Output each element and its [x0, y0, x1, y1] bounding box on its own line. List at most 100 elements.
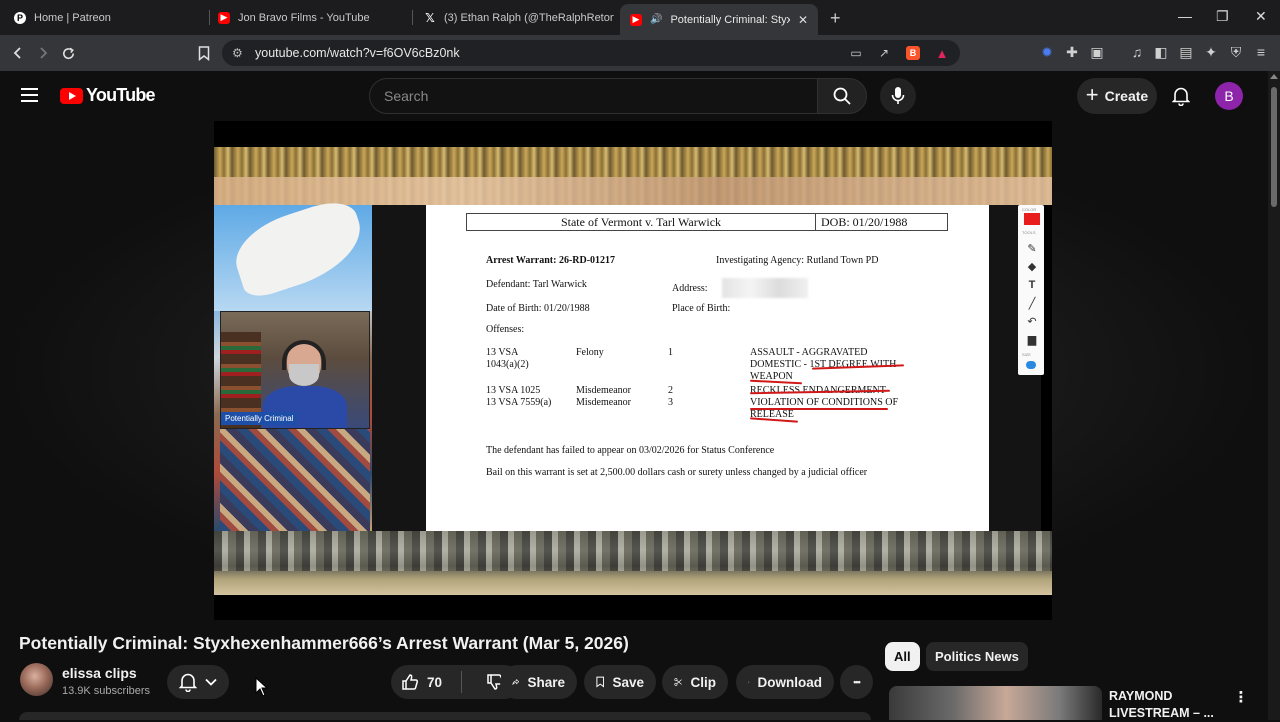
plus-icon: +	[1085, 82, 1099, 107]
back-button[interactable]	[8, 43, 28, 63]
tab-active-video[interactable]: ▶ 🔊 Potentially Criminal: Styxhexen ✕	[620, 4, 818, 35]
chip-all[interactable]: All	[885, 642, 920, 671]
like-count: 70	[427, 674, 443, 690]
tab-patreon[interactable]: P Home | Patreon	[4, 4, 204, 31]
subscriber-count: 13.9K subscribers	[62, 685, 151, 697]
tab-title: Jon Bravo Films - YouTube	[238, 11, 370, 24]
pencil-icon: ✎	[1027, 242, 1037, 255]
tab-x-ethan-ralph[interactable]: 𝕏 (3) Ethan Ralph (@TheRalphRetort) /	[414, 4, 614, 31]
search-input[interactable]	[369, 78, 817, 114]
annotation-tool-panel: COLOR TOOLS ✎ ◆ T ╱ ↶ ▆ SIZE	[1018, 205, 1044, 375]
place-of-birth: Place of Birth:	[672, 303, 731, 314]
more-actions-button[interactable]: •••	[840, 665, 873, 699]
video-player[interactable]: Potentially Criminal State of Vermont v.…	[214, 121, 1052, 620]
offenses-label: Offenses:	[486, 324, 525, 335]
cast-icon[interactable]: ▭	[848, 46, 864, 60]
tab-title: Home | Patreon	[34, 11, 111, 24]
screenshot-icon[interactable]: ▣	[1089, 44, 1105, 60]
site-settings-icon[interactable]: ⚙	[232, 46, 246, 60]
address-bar[interactable]: ⚙ youtube.com/watch?v=f6OV6cBz0nk ▭ ↗ B …	[222, 40, 960, 66]
recommendation-title[interactable]: RAYMOND LIVESTREAM – ...	[1109, 688, 1219, 722]
webcam-label: Potentially Criminal	[221, 412, 298, 425]
sidebar-icon[interactable]: ◧	[1153, 44, 1169, 60]
brush-size-indicator	[1026, 361, 1036, 369]
download-icon	[748, 681, 750, 683]
account-avatar[interactable]: B	[1215, 82, 1243, 110]
warrant-number: Arrest Warrant: 26-RD-01217	[486, 255, 616, 266]
new-tab-button[interactable]: +	[830, 8, 841, 29]
description-box[interactable]	[19, 712, 871, 720]
offense-class: Misdemeanor	[576, 385, 631, 396]
puzzle-icon[interactable]: ✚	[1064, 44, 1080, 60]
bookmark-icon	[198, 45, 210, 61]
offense-description: VIOLATION OF CONDITIONS OF	[750, 397, 899, 408]
youtube-logo-text: YouTube	[86, 85, 156, 105]
subscription-notification-button[interactable]	[167, 665, 229, 699]
headphones-icon	[282, 340, 326, 370]
trash-icon: ▆	[1027, 333, 1037, 346]
minimize-button[interactable]: —	[1178, 8, 1192, 24]
microphone-icon	[891, 87, 905, 104]
bell-icon	[179, 673, 197, 692]
share-icon[interactable]: ↗	[876, 46, 892, 60]
channel-name[interactable]: elissa clips	[62, 665, 137, 681]
tab-jon-bravo[interactable]: ▶ Jon Bravo Films - YouTube	[208, 4, 408, 31]
voice-search-button[interactable]	[880, 78, 916, 114]
recommendation-thumbnail[interactable]	[889, 686, 1102, 720]
redacted-address	[722, 278, 808, 298]
document-margin-left	[372, 205, 426, 531]
bookmark-button[interactable]	[194, 43, 214, 63]
arrest-warrant-document: State of Vermont v. Tarl Warwick DOB: 01…	[426, 205, 989, 531]
failed-to-appear-text: The defendant has failed to appear on 03…	[486, 445, 775, 456]
url-text[interactable]: youtube.com/watch?v=f6OV6cBz0nk	[255, 46, 460, 60]
chip-politics-news[interactable]: Politics News	[926, 642, 1028, 671]
back-arrow-icon	[13, 47, 21, 59]
menu-icon[interactable]: ≡	[1253, 44, 1269, 60]
leo-ai-icon[interactable]: ✦	[1203, 44, 1219, 60]
tool-label-tools: TOOLS	[1022, 230, 1036, 235]
tool-label-size: SIZE	[1022, 352, 1031, 357]
tab-title: Potentially Criminal: Styxhexen	[670, 13, 790, 26]
header-dob: DOB: 01/20/1988	[821, 215, 908, 229]
close-window-button[interactable]: ✕	[1255, 8, 1267, 25]
close-tab-icon[interactable]: ✕	[798, 13, 808, 27]
guide-menu-icon[interactable]	[21, 88, 38, 102]
page-scrollbar[interactable]	[1268, 71, 1280, 720]
scroll-thumb[interactable]	[1271, 87, 1277, 207]
offense-statute: 13 VSA 7559(a)	[486, 397, 552, 408]
media-controls-icon[interactable]: ♫	[1129, 44, 1145, 60]
clip-button[interactable]: Clip	[662, 665, 728, 699]
youtube-logo[interactable]: YouTube	[60, 85, 156, 106]
tab-title: (3) Ethan Ralph (@TheRalphRetort) /	[444, 11, 614, 24]
channel-avatar[interactable]	[20, 663, 53, 696]
scroll-up-arrow-icon[interactable]	[1270, 74, 1278, 79]
youtube-play-icon	[60, 87, 83, 104]
browser-toolbar: ⚙ youtube.com/watch?v=f6OV6cBz0nk ▭ ↗ B …	[0, 35, 1280, 71]
vpn-icon[interactable]: ⛨	[1228, 44, 1244, 60]
like-button[interactable]: 70	[391, 665, 453, 699]
ornate-frame-top	[214, 147, 1052, 205]
create-button[interactable]: + Create	[1077, 78, 1157, 114]
download-button[interactable]: Download	[736, 665, 834, 699]
brave-rewards-icon[interactable]: ▲	[934, 46, 950, 61]
search-button[interactable]	[817, 78, 867, 114]
extension-icon[interactable]: ✹	[1039, 44, 1055, 60]
share-button[interactable]: Share	[500, 665, 577, 699]
brave-shields-icon[interactable]: B	[906, 46, 920, 60]
create-label: Create	[1104, 88, 1149, 104]
reload-button[interactable]	[58, 43, 78, 63]
offense-statute: 13 VSA 1025	[486, 385, 541, 396]
offense-description: ASSAULT - AGGRAVATED	[750, 347, 868, 358]
restore-button[interactable]: ❐	[1216, 8, 1229, 25]
save-button[interactable]: Save	[584, 665, 656, 699]
save-icon	[596, 676, 605, 688]
ornate-frame-bottom	[214, 531, 1052, 595]
forward-button[interactable]	[33, 43, 53, 63]
wallet-icon[interactable]: ▤	[1178, 44, 1194, 60]
recommendation-menu-icon[interactable]: ⋮	[1234, 688, 1249, 706]
search-bar	[369, 78, 867, 114]
video-title: Potentially Criminal: Styxhexenhammer666…	[19, 633, 629, 653]
notifications-button[interactable]	[1168, 83, 1194, 109]
case-title: State of Vermont v. Tarl Warwick	[560, 215, 722, 229]
date-of-birth: Date of Birth: 01/20/1988	[486, 303, 590, 314]
